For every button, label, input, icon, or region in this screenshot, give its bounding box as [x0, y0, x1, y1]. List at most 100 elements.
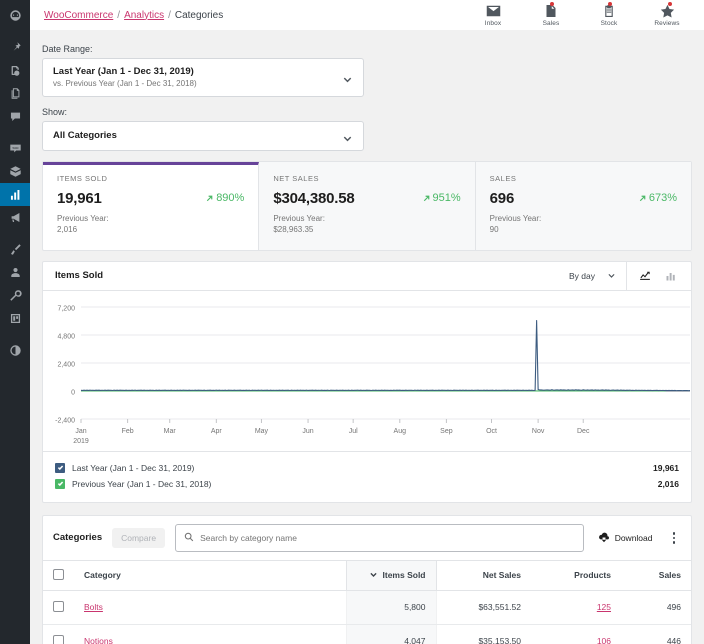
download-button[interactable]: Download — [594, 532, 657, 543]
sidebar-item-pages[interactable] — [0, 82, 30, 105]
summary-previous: Previous Year: 90 — [490, 213, 677, 236]
summary-label: NET SALES — [273, 174, 460, 183]
summary-label: SALES — [490, 174, 677, 183]
column-header-category[interactable]: Category — [74, 561, 346, 591]
sidebar-item-collapse-menu[interactable] — [0, 339, 30, 362]
table-row: Bolts 5,800 $63,551.52 125 496 — [43, 590, 691, 624]
category-link[interactable]: Bolts — [84, 602, 103, 612]
select-all-checkbox[interactable] — [53, 569, 64, 580]
header-stock-button[interactable]: Stock — [590, 3, 628, 27]
chart-interval-select[interactable]: By day — [559, 271, 626, 281]
categories-table-panel: Categories Compare Download — [42, 515, 692, 644]
column-header-products[interactable]: Products — [531, 561, 621, 591]
summary-card-sales[interactable]: SALES 696 673% Previous Year: 90 — [476, 162, 691, 250]
header-inbox-button[interactable]: Inbox — [474, 3, 512, 27]
document-icon — [545, 3, 557, 18]
summary-label: ITEMS SOLD — [57, 174, 244, 183]
category-link[interactable]: Notions — [84, 636, 113, 644]
products-link[interactable]: 125 — [597, 602, 611, 612]
column-label: Net Sales — [483, 570, 521, 580]
date-range-select[interactable]: Last Year (Jan 1 - Dec 31, 2019) vs. Pre… — [42, 58, 364, 97]
column-header-sales[interactable]: Sales — [621, 561, 691, 591]
stock-badge-dot — [608, 2, 612, 6]
legend-checkbox[interactable] — [55, 479, 65, 489]
items-sold-chart: 7,2004,8002,4000-2,400Jan2019FebMarAprMa… — [43, 299, 698, 451]
summary-delta-value: 673% — [649, 192, 677, 204]
sidebar-item-appearance[interactable] — [0, 238, 30, 261]
svg-text:Jun: Jun — [302, 428, 313, 435]
search-box[interactable] — [175, 524, 584, 552]
svg-text:0: 0 — [71, 389, 75, 396]
summary-delta-value: 951% — [433, 192, 461, 204]
products-link[interactable]: 106 — [597, 636, 611, 644]
line-chart-toggle-button[interactable] — [639, 270, 651, 282]
bar-chart-icon — [665, 270, 677, 282]
sidebar-item-posts[interactable] — [0, 36, 30, 59]
row-checkbox[interactable] — [53, 635, 64, 644]
sidebar-item-woocommerce[interactable]: woo — [0, 137, 30, 160]
summary-delta: 951% — [422, 192, 461, 204]
sidebar-item-settings[interactable] — [0, 307, 30, 330]
sales-badge-dot — [550, 2, 554, 6]
summary-delta-value: 890% — [216, 192, 244, 204]
breadcrumb-separator-1: / — [117, 10, 120, 21]
row-checkbox[interactable] — [53, 601, 64, 612]
summary-card-net-sales[interactable]: NET SALES $304,380.58 951% Previous Year… — [259, 162, 475, 250]
paintbrush-icon — [9, 243, 22, 256]
woocommerce-icon: woo — [9, 142, 22, 155]
chart-header: Items Sold By day — [43, 262, 691, 291]
legend-checkbox[interactable] — [55, 463, 65, 473]
megaphone-icon — [9, 211, 22, 224]
summary-delta: 890% — [205, 192, 244, 204]
compare-button[interactable]: Compare — [112, 528, 165, 548]
chart-type-toggle — [626, 262, 691, 290]
wrench-icon — [9, 289, 22, 302]
sidebar-item-media[interactable] — [0, 59, 30, 82]
reviews-badge-dot — [668, 2, 672, 6]
sidebar-item-products[interactable] — [0, 160, 30, 183]
media-icon — [9, 64, 22, 77]
sidebar-item-analytics[interactable] — [0, 183, 30, 206]
show-select[interactable]: All Categories — [42, 121, 364, 150]
sidebar-item-dashboard[interactable] — [0, 4, 30, 27]
legend-item-previous-year[interactable]: Previous Year (Jan 1 - Dec 31, 2018) 2,0… — [55, 476, 679, 492]
search-input[interactable] — [200, 533, 575, 543]
summary-card-items-sold[interactable]: ITEMS SOLD 19,961 890% Previous Year: 2,… — [43, 162, 259, 250]
column-label: Sales — [659, 570, 681, 580]
summary-prev-value: 2,016 — [57, 225, 77, 234]
row-select-cell — [43, 624, 74, 644]
sidebar-item-comments[interactable] — [0, 105, 30, 128]
select-all-header — [43, 561, 74, 591]
line-chart-icon — [639, 270, 651, 282]
legend-item-last-year[interactable]: Last Year (Jan 1 - Dec 31, 2019) 19,961 — [55, 460, 679, 476]
svg-text:Jul: Jul — [349, 428, 358, 435]
header-stock-label: Stock — [601, 20, 618, 27]
chart-title: Items Sold — [55, 270, 103, 281]
wp-admin-sidebar: woo — [0, 0, 30, 644]
page-body: Date Range: Last Year (Jan 1 - Dec 31, 2… — [30, 30, 704, 644]
arrow-up-right-icon — [205, 194, 214, 203]
svg-text:Aug: Aug — [394, 428, 407, 435]
column-header-items-sold[interactable]: Items Sold — [346, 561, 436, 591]
column-header-net-sales[interactable]: Net Sales — [436, 561, 531, 591]
bar-chart-toggle-button[interactable] — [665, 270, 677, 282]
sidebar-item-users[interactable] — [0, 261, 30, 284]
legend-label: Last Year (Jan 1 - Dec 31, 2019) — [72, 463, 194, 473]
date-range-compare: vs. Previous Year (Jan 1 - Dec 31, 2018) — [53, 78, 197, 89]
breadcrumb-woocommerce[interactable]: WooCommerce — [44, 10, 113, 21]
main-content: WooCommerce / Analytics / Categories Inb… — [30, 0, 704, 644]
breadcrumb-analytics[interactable]: Analytics — [124, 10, 164, 21]
table-menu-button[interactable] — [667, 530, 682, 546]
sidebar-item-tools[interactable] — [0, 284, 30, 307]
row-sales-cell: 446 — [621, 624, 691, 644]
header-reviews-button[interactable]: Reviews — [648, 3, 686, 27]
column-label: Products — [574, 570, 611, 580]
breadcrumb-separator-2: / — [168, 10, 171, 21]
date-range-value: Last Year (Jan 1 - Dec 31, 2019) — [53, 65, 197, 78]
summary-prev-label: Previous Year: — [273, 214, 325, 223]
sidebar-item-marketing[interactable] — [0, 206, 30, 229]
clipboard-icon — [603, 3, 615, 18]
header-reviews-label: Reviews — [654, 20, 679, 27]
star-icon — [660, 3, 675, 18]
header-sales-button[interactable]: Sales — [532, 3, 570, 27]
